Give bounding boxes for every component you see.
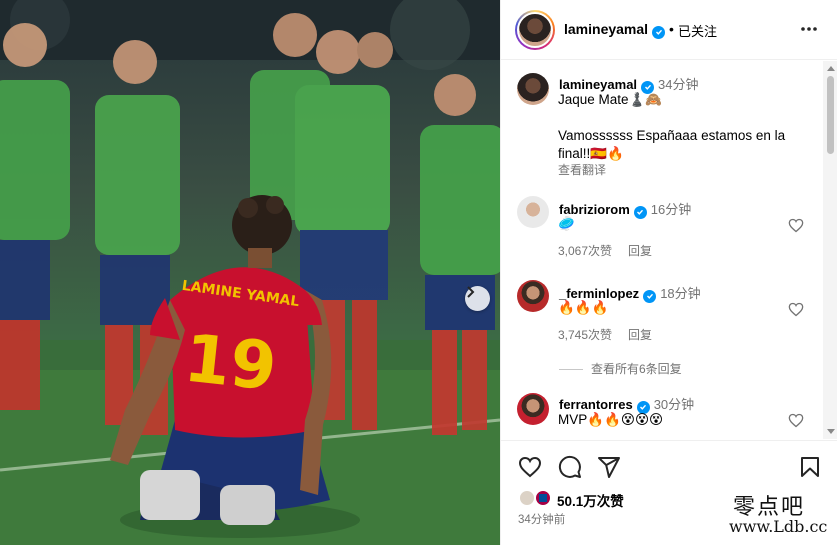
heart-icon[interactable] [788, 218, 804, 233]
comment-text: MVP🔥🔥😵😵😵 [558, 412, 664, 427]
comment-avatar[interactable] [517, 196, 549, 228]
comments-list[interactable]: lamineyamal 34分钟 Jaque Mate♟️🙈 Vamossssss… [501, 61, 823, 439]
jersey-number: 19 [181, 320, 280, 406]
comment-text: 🔥🔥🔥 [558, 300, 609, 315]
caption-line-1: Jaque Mate♟️🙈 [558, 92, 663, 107]
reply-button[interactable]: 回复 [628, 328, 652, 342]
heart-icon[interactable] [518, 455, 542, 479]
scroll-down-arrow-icon[interactable] [827, 429, 835, 434]
celebration-illustration: LAMINE YAMAL 19 [0, 0, 500, 545]
scroll-up-arrow-icon[interactable] [827, 66, 835, 71]
post-header: lamineyamal • 已关注 [501, 0, 837, 60]
post-photo: LAMINE YAMAL 19 [0, 0, 500, 545]
heart-icon[interactable] [788, 302, 804, 317]
comment-likes[interactable]: 3,745次赞 [558, 328, 612, 342]
comment-author[interactable]: fabriziorom 16分钟 [559, 199, 691, 219]
caption-author-avatar[interactable] [517, 73, 549, 105]
post-actions: 50.1万次赞 34分钟前 零点吧 www.Ldb.cc [501, 440, 837, 545]
liker-avatars[interactable] [518, 488, 554, 508]
follow-status-button[interactable]: 已关注 [678, 21, 717, 40]
chevron-right-icon [467, 286, 475, 298]
verified-badge-icon [652, 25, 666, 39]
verified-badge-icon [633, 205, 647, 219]
share-icon[interactable] [597, 455, 621, 479]
comment-text: 🥏 [558, 216, 575, 231]
see-translation-link[interactable]: 查看翻译 [558, 163, 606, 177]
more-horizontal-icon[interactable] [799, 20, 819, 38]
header-separator: • [669, 21, 674, 37]
next-photo-button[interactable] [465, 286, 490, 311]
post-time[interactable]: 34分钟前 [518, 511, 565, 527]
heart-icon[interactable] [788, 413, 804, 428]
comments-scrollbar[interactable] [823, 61, 837, 439]
watermark-title: 零点吧 [733, 495, 806, 520]
view-all-replies-link[interactable]: 查看所有6条回复 [559, 360, 682, 377]
scroll-thumb[interactable] [827, 76, 834, 154]
reply-button[interactable]: 回复 [628, 244, 652, 258]
author-username[interactable]: lamineyamal [564, 21, 666, 39]
caption-time: 34分钟 [658, 77, 699, 92]
author-avatar[interactable] [515, 10, 555, 50]
comment-avatar[interactable] [517, 393, 549, 425]
comment-avatar[interactable] [517, 280, 549, 312]
watermark: 零点吧 www.Ldb.cc [729, 496, 827, 536]
caption-line-2: Vamossssss Españaaa estamos en la final!… [558, 128, 786, 161]
bookmark-icon[interactable] [798, 455, 822, 479]
likes-count[interactable]: 50.1万次赞 [557, 490, 624, 510]
verified-badge-icon [643, 289, 657, 303]
comment-icon[interactable] [558, 455, 582, 479]
post-details-panel: lamineyamal • 已关注 lamineyamal 34分钟 Jaque … [500, 0, 837, 545]
watermark-url: www.Ldb.cc [729, 517, 828, 537]
comment-likes[interactable]: 3,067次赞 [558, 244, 612, 258]
